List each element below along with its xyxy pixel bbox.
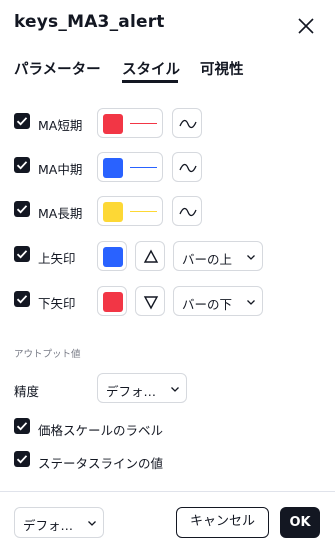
close-button[interactable] bbox=[294, 14, 318, 38]
ma-short-label: MA短期 bbox=[38, 118, 83, 133]
down-arrow-checkbox[interactable] bbox=[14, 291, 30, 307]
down-arrow-color-button[interactable] bbox=[97, 286, 127, 316]
down-triangle-icon bbox=[143, 296, 159, 310]
tab-style[interactable]: スタイル bbox=[122, 58, 180, 79]
precision-value: デフォ… bbox=[106, 384, 157, 399]
color-swatch bbox=[103, 292, 123, 312]
checkmark-icon bbox=[16, 455, 28, 464]
style-row-ma-short: MA短期 bbox=[0, 108, 335, 142]
cancel-button[interactable]: キャンセル bbox=[176, 507, 269, 538]
ma-mid-label: MA中期 bbox=[38, 162, 83, 177]
line-wave-icon bbox=[179, 207, 197, 217]
checkmark-icon bbox=[16, 117, 28, 126]
up-arrow-shape-button[interactable] bbox=[135, 241, 165, 271]
price-scale-label: 価格スケールのラベル bbox=[38, 423, 164, 438]
up-arrow-location-value: バーの上 bbox=[182, 252, 233, 267]
checkmark-icon bbox=[16, 161, 28, 170]
style-row-ma-mid: MA中期 bbox=[0, 152, 335, 186]
up-arrow-checkbox[interactable] bbox=[14, 246, 30, 262]
precision-label: 精度 bbox=[14, 384, 40, 399]
ma-mid-color-button[interactable] bbox=[97, 152, 163, 182]
ma-long-plot-type-button[interactable] bbox=[172, 196, 202, 226]
checkmark-icon bbox=[16, 295, 28, 304]
status-line-label: ステータスラインの値 bbox=[38, 456, 164, 471]
color-swatch bbox=[103, 202, 123, 222]
color-swatch bbox=[103, 158, 123, 178]
tab-visibility[interactable]: 可視性 bbox=[200, 58, 244, 79]
chevron-down-icon bbox=[247, 300, 255, 305]
price-scale-row: 価格スケールのラベル bbox=[0, 413, 335, 447]
up-triangle-icon bbox=[143, 249, 159, 263]
checkmark-icon bbox=[16, 422, 28, 431]
tab-bar: パラメーター スタイル 可視性 bbox=[0, 55, 335, 85]
defaults-value: デフォ… bbox=[23, 518, 74, 533]
tab-parameters[interactable]: パラメーター bbox=[14, 58, 101, 79]
style-row-down-arrow: 下矢印 バーの下 bbox=[0, 286, 335, 320]
ma-long-checkbox[interactable] bbox=[14, 201, 30, 217]
chevron-down-icon bbox=[247, 255, 255, 260]
dialog-title: keys_MA3_alert bbox=[14, 12, 165, 32]
style-row-ma-long: MA長期 bbox=[0, 196, 335, 230]
status-line-checkbox[interactable] bbox=[14, 451, 30, 467]
up-arrow-color-button[interactable] bbox=[97, 241, 127, 271]
line-style-sample bbox=[130, 167, 157, 168]
defaults-select[interactable]: デフォ… bbox=[14, 507, 104, 538]
checkmark-icon bbox=[16, 205, 28, 214]
ma-short-plot-type-button[interactable] bbox=[172, 108, 202, 138]
precision-row: 精度 デフォ… bbox=[0, 373, 335, 407]
status-line-row: ステータスラインの値 bbox=[0, 446, 335, 480]
line-style-sample bbox=[130, 123, 157, 124]
ma-short-checkbox[interactable] bbox=[14, 113, 30, 129]
down-arrow-location-select[interactable]: バーの下 bbox=[173, 286, 263, 316]
down-arrow-location-value: バーの下 bbox=[182, 297, 233, 312]
down-arrow-shape-button[interactable] bbox=[135, 286, 165, 316]
active-tab-indicator bbox=[122, 80, 178, 83]
ok-button[interactable]: OK bbox=[280, 507, 320, 538]
footer-divider bbox=[0, 491, 335, 492]
price-scale-checkbox[interactable] bbox=[14, 418, 30, 434]
color-swatch bbox=[103, 247, 123, 267]
style-row-up-arrow: 上矢印 バーの上 bbox=[0, 241, 335, 275]
ma-long-label: MA長期 bbox=[38, 206, 83, 221]
close-icon bbox=[298, 18, 314, 34]
down-arrow-label: 下矢印 bbox=[38, 296, 76, 311]
ma-mid-checkbox[interactable] bbox=[14, 157, 30, 173]
checkmark-icon bbox=[16, 250, 28, 259]
line-wave-icon bbox=[179, 163, 197, 173]
ma-short-color-button[interactable] bbox=[97, 108, 163, 138]
up-arrow-label: 上矢印 bbox=[38, 251, 76, 266]
line-style-sample bbox=[130, 211, 157, 212]
output-values-section-title: アウトプット値 bbox=[14, 349, 81, 360]
chevron-down-icon bbox=[171, 387, 179, 392]
ma-mid-plot-type-button[interactable] bbox=[172, 152, 202, 182]
precision-select[interactable]: デフォ… bbox=[97, 373, 187, 403]
color-swatch bbox=[103, 114, 123, 134]
line-wave-icon bbox=[179, 119, 197, 129]
ma-long-color-button[interactable] bbox=[97, 196, 163, 226]
chevron-down-icon bbox=[88, 521, 96, 526]
up-arrow-location-select[interactable]: バーの上 bbox=[173, 241, 263, 271]
